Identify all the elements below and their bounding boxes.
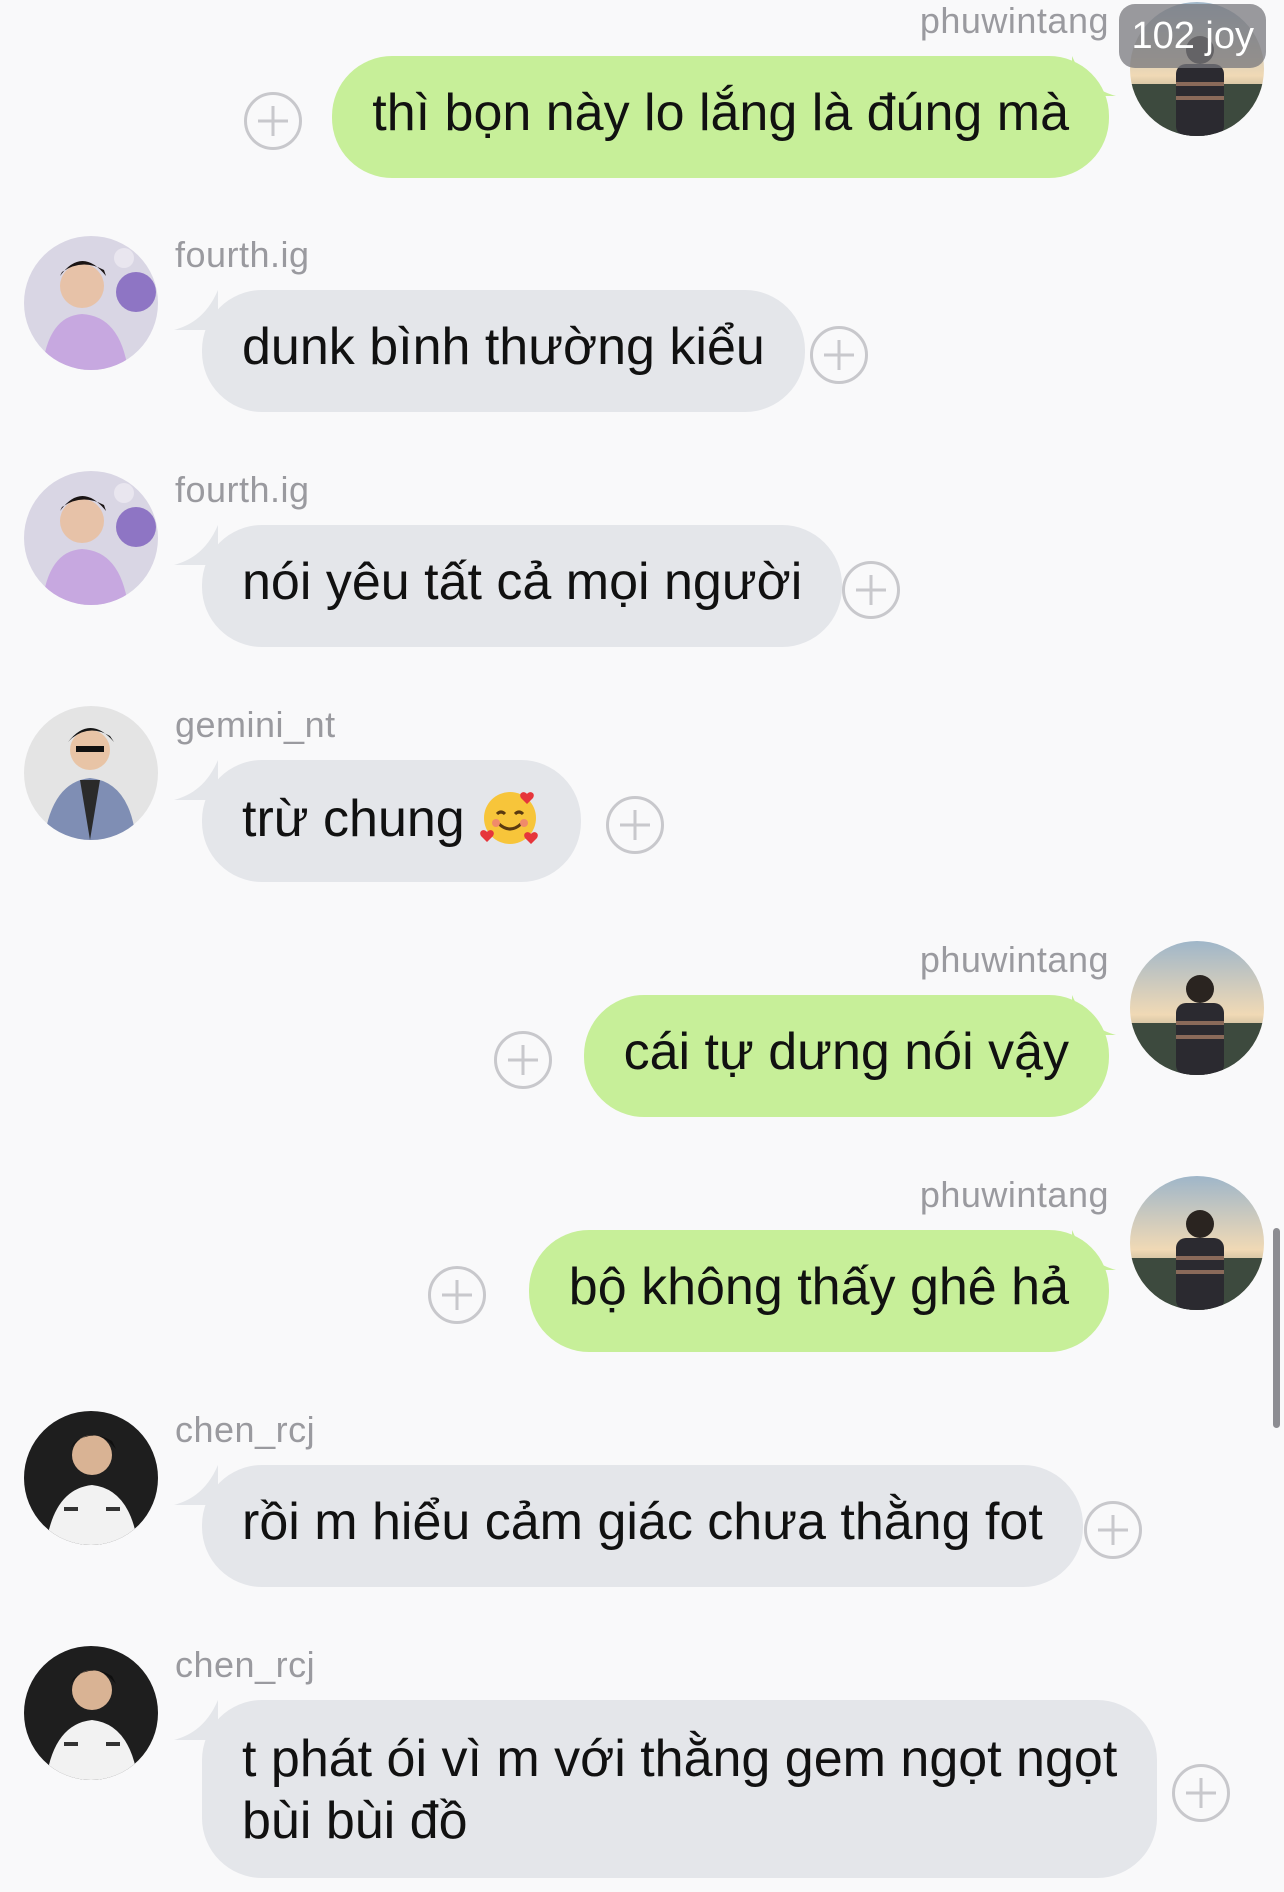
- avatar-chen-rcj[interactable]: [24, 1646, 158, 1780]
- avatar-image: [24, 1646, 158, 1780]
- avatar-phuwintang[interactable]: [1130, 1176, 1264, 1310]
- message-row: phuwintang thì bọn này lo lắng là đúng m…: [0, 0, 1284, 180]
- sender-name: chen_rcj: [175, 1644, 316, 1685]
- sender-name: phuwintang: [919, 939, 1109, 980]
- smiling-face-with-hearts-icon: [479, 786, 541, 848]
- avatar-fourth-ig[interactable]: [24, 471, 158, 605]
- avatar-phuwintang[interactable]: [1130, 941, 1264, 1075]
- avatar-image: [1130, 1176, 1264, 1310]
- message-text: cái tự dưng nói vậy: [623, 1023, 1069, 1081]
- message-row: gemini_nt trừ chung: [0, 704, 1284, 884]
- add-reaction-button[interactable]: [606, 796, 664, 854]
- add-reaction-button[interactable]: [842, 561, 900, 619]
- message-bubble[interactable]: dunk bình thường kiểu: [202, 290, 805, 412]
- message-text: rồi m hiểu cảm giác chưa thằng fot: [242, 1493, 1043, 1551]
- sender-name: fourth.ig: [175, 469, 310, 510]
- message-row: phuwintang cái tự dưng nói vậy: [0, 939, 1284, 1119]
- message-text: bộ không thấy ghê hả: [568, 1258, 1069, 1316]
- message-text: nói yêu tất cả mọi người: [242, 553, 803, 611]
- message-text-line: t phát ói vì m với thằng gem ngọt ngọt: [242, 1730, 1118, 1788]
- message-row: phuwintang bộ không thấy ghê hả: [0, 1174, 1284, 1354]
- sender-name: phuwintang: [919, 0, 1109, 41]
- message-bubble[interactable]: t phát ói vì m với thằng gem ngọt ngọt b…: [202, 1700, 1158, 1878]
- message-bubble[interactable]: nói yêu tất cả mọi người: [202, 525, 843, 647]
- add-reaction-button[interactable]: [1084, 1501, 1142, 1559]
- chat-thread[interactable]: phuwintang thì bọn này lo lắng là đúng m…: [0, 0, 1284, 1892]
- message-bubble[interactable]: thì bọn này lo lắng là đúng mà: [332, 56, 1109, 178]
- message-text: trừ chung: [242, 790, 465, 848]
- overlay-badge: 102 joy: [1119, 4, 1266, 68]
- sender-name: phuwintang: [919, 1174, 1109, 1215]
- sender-name: chen_rcj: [175, 1409, 316, 1450]
- add-reaction-button[interactable]: [494, 1031, 552, 1089]
- message-row: chen_rcj t phát ói vì m với thằng gem ng…: [0, 1644, 1284, 1892]
- add-reaction-button[interactable]: [1172, 1764, 1230, 1822]
- avatar-image: [1130, 941, 1264, 1075]
- message-row: fourth.ig dunk bình thường kiểu: [0, 234, 1284, 414]
- avatar-gemini-nt[interactable]: [24, 706, 158, 840]
- message-bubble[interactable]: cái tự dưng nói vậy: [583, 995, 1109, 1117]
- avatar-image: [24, 471, 158, 605]
- avatar-chen-rcj[interactable]: [24, 1411, 158, 1545]
- message-bubble[interactable]: rồi m hiểu cảm giác chưa thằng fot: [202, 1465, 1083, 1587]
- sender-name: fourth.ig: [175, 234, 310, 275]
- message-text-line: bùi bùi đồ: [242, 1792, 468, 1850]
- message-text: dunk bình thường kiểu: [242, 318, 765, 376]
- message-text: thì bọn này lo lắng là đúng mà: [372, 84, 1069, 142]
- add-reaction-button[interactable]: [244, 92, 302, 150]
- add-reaction-button[interactable]: [810, 326, 868, 384]
- avatar-image: [24, 706, 158, 840]
- avatar-fourth-ig[interactable]: [24, 236, 158, 370]
- message-row: fourth.ig nói yêu tất cả mọi người: [0, 469, 1284, 649]
- avatar-image: [24, 1411, 158, 1545]
- message-row: chen_rcj rồi m hiểu cảm giác chưa thằng …: [0, 1409, 1284, 1589]
- avatar-image: [24, 236, 158, 370]
- message-bubble[interactable]: bộ không thấy ghê hả: [528, 1230, 1109, 1352]
- message-bubble[interactable]: trừ chung: [202, 760, 582, 882]
- sender-name: gemini_nt: [175, 704, 336, 745]
- add-reaction-button[interactable]: [428, 1266, 486, 1324]
- scrollbar[interactable]: [1273, 1228, 1280, 1428]
